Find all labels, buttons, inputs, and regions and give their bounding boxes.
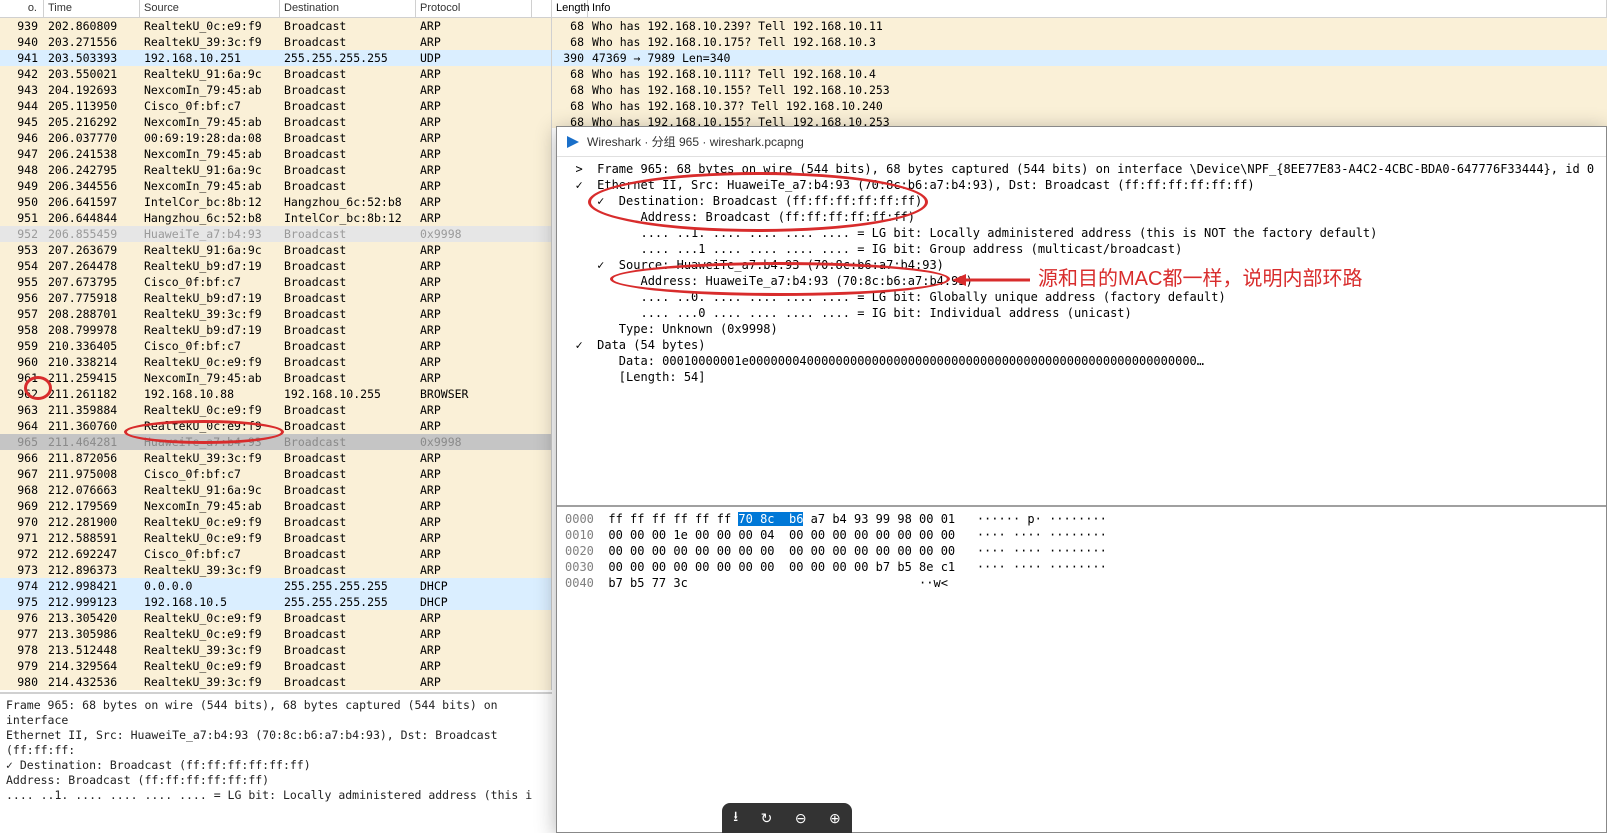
tree-line[interactable]: .... ...0 .... .... .... .... = IG bit: … bbox=[557, 305, 1606, 321]
packet-row[interactable]: 950206.641597IntelCor_bc:8b:12Hangzhou_6… bbox=[0, 194, 551, 210]
detail-line: Address: Broadcast (ff:ff:ff:ff:ff:ff) bbox=[6, 773, 546, 788]
packet-row[interactable]: 940203.271556RealtekU_39:3c:f9BroadcastA… bbox=[0, 34, 551, 50]
tree-line[interactable]: Data: 00010000001e0000000400000000000000… bbox=[557, 353, 1606, 369]
packet-row[interactable]: 978213.512448RealtekU_39:3c:f9BroadcastA… bbox=[0, 642, 551, 658]
info-header: Length Info bbox=[552, 0, 1607, 18]
packet-row[interactable]: 951206.644844Hangzhou_6c:52:b8IntelCor_b… bbox=[0, 210, 551, 226]
packet-row[interactable]: 944205.113950Cisco_0f:bf:c7BroadcastARP bbox=[0, 98, 551, 114]
packet-row[interactable]: 970212.281900RealtekU_0c:e9:f9BroadcastA… bbox=[0, 514, 551, 530]
col-info[interactable]: Info bbox=[588, 0, 1607, 17]
rotate-icon[interactable]: ↻ bbox=[761, 810, 773, 827]
tree-line[interactable]: ✓ Data (54 bytes) bbox=[557, 337, 1606, 353]
col-src[interactable]: Source bbox=[140, 0, 280, 17]
packet-row[interactable]: 945205.216292NexcomIn_79:45:abBroadcastA… bbox=[0, 114, 551, 130]
info-row[interactable]: 39047369 → 7989 Len=340 bbox=[552, 50, 1607, 66]
packet-row[interactable]: 964211.360760RealtekU_0c:e9:f9BroadcastA… bbox=[0, 418, 551, 434]
tree-line[interactable]: > Frame 965: 68 bytes on wire (544 bits)… bbox=[557, 161, 1606, 177]
packet-row[interactable]: 971212.588591RealtekU_0c:e9:f9BroadcastA… bbox=[0, 530, 551, 546]
packet-row[interactable]: 967211.975008Cisco_0f:bf:c7BroadcastARP bbox=[0, 466, 551, 482]
info-row[interactable]: 68Who has 192.168.10.239? Tell 192.168.1… bbox=[552, 18, 1607, 34]
packet-row[interactable]: 948206.242795RealtekU_91:6a:9cBroadcastA… bbox=[0, 162, 551, 178]
packet-row[interactable]: 963211.359884RealtekU_0c:e9:f9BroadcastA… bbox=[0, 402, 551, 418]
hex-row[interactable]: 0010 00 00 00 1e 00 00 00 04 00 00 00 00… bbox=[565, 527, 1598, 543]
hex-row[interactable]: 0040 b7 b5 77 3c ··w< bbox=[565, 575, 1598, 591]
hex-pane[interactable]: 0000 ff ff ff ff ff ff 70 8c b6 a7 b4 93… bbox=[557, 507, 1606, 595]
packet-row[interactable]: 955207.673795Cisco_0f:bf:c7BroadcastARP bbox=[0, 274, 551, 290]
info-row[interactable]: 68Who has 192.168.10.155? Tell 192.168.1… bbox=[552, 82, 1607, 98]
bottom-toolbar[interactable]: ⭳ ↻ ⊖ ⊕ bbox=[722, 803, 852, 833]
detail-line[interactable]: ✓ Destination: Broadcast (ff:ff:ff:ff:ff… bbox=[6, 758, 546, 773]
packet-row[interactable]: 972212.692247Cisco_0f:bf:c7BroadcastARP bbox=[0, 546, 551, 562]
dialog-title-text: Wireshark · 分组 965 · wireshark.pcapng bbox=[587, 133, 804, 150]
packet-row[interactable]: 952206.855459HuaweiTe_a7:b4:93Broadcast0… bbox=[0, 226, 551, 242]
hex-row[interactable]: 0020 00 00 00 00 00 00 00 00 00 00 00 00… bbox=[565, 543, 1598, 559]
tree-line[interactable]: ✓ Ethernet II, Src: HuaweiTe_a7:b4:93 (7… bbox=[557, 177, 1606, 193]
detail-line: .... ..1. .... .... .... .... = LG bit: … bbox=[6, 788, 546, 803]
packet-row[interactable]: 969212.179569NexcomIn_79:45:abBroadcastA… bbox=[0, 498, 551, 514]
packet-row[interactable]: 958208.799978RealtekU_b9:d7:19BroadcastA… bbox=[0, 322, 551, 338]
tree-line[interactable]: Address: HuaweiTe_a7:b4:93 (70:8c:b6:a7:… bbox=[557, 273, 1606, 289]
packet-row[interactable]: 973212.896373RealtekU_39:3c:f9BroadcastA… bbox=[0, 562, 551, 578]
packet-row[interactable]: 968212.076663RealtekU_91:6a:9cBroadcastA… bbox=[0, 482, 551, 498]
tree-line[interactable]: .... ..1. .... .... .... .... = LG bit: … bbox=[557, 225, 1606, 241]
packet-row[interactable]: 949206.344556NexcomIn_79:45:abBroadcastA… bbox=[0, 178, 551, 194]
packet-row[interactable]: 941203.503393192.168.10.251255.255.255.2… bbox=[0, 50, 551, 66]
col-proto[interactable]: Protocol bbox=[416, 0, 532, 17]
packet-row[interactable]: 942203.550021RealtekU_91:6a:9cBroadcastA… bbox=[0, 66, 551, 82]
packet-row[interactable]: 977213.305986RealtekU_0c:e9:f9BroadcastA… bbox=[0, 626, 551, 642]
dialog-titlebar[interactable]: Wireshark · 分组 965 · wireshark.pcapng bbox=[557, 127, 1606, 157]
tree-line[interactable]: .... ...1 .... .... .... .... = IG bit: … bbox=[557, 241, 1606, 257]
packet-row[interactable]: 960210.338214RealtekU_0c:e9:f9BroadcastA… bbox=[0, 354, 551, 370]
packet-row[interactable]: 962211.261182192.168.10.88192.168.10.255… bbox=[0, 386, 551, 402]
packet-row[interactable]: 975212.999123192.168.10.5255.255.255.255… bbox=[0, 594, 551, 610]
packet-row[interactable]: 961211.259415NexcomIn_79:45:abBroadcastA… bbox=[0, 370, 551, 386]
info-row[interactable]: 68Who has 192.168.10.111? Tell 192.168.1… bbox=[552, 66, 1607, 82]
packet-row[interactable]: 976213.305420RealtekU_0c:e9:f9BroadcastA… bbox=[0, 610, 551, 626]
col-time[interactable]: Time bbox=[44, 0, 140, 17]
packet-row[interactable]: 956207.775918RealtekU_b9:d7:19BroadcastA… bbox=[0, 290, 551, 306]
tree-line[interactable]: ✓ Destination: Broadcast (ff:ff:ff:ff:ff… bbox=[557, 193, 1606, 209]
packet-row[interactable]: 965211.464281HuaweiTe_a7:b4:93Broadcast0… bbox=[0, 434, 551, 450]
packet-dialog[interactable]: Wireshark · 分组 965 · wireshark.pcapng > … bbox=[556, 126, 1607, 833]
packet-row[interactable]: 974212.9984210.0.0.0255.255.255.255DHCP bbox=[0, 578, 551, 594]
tree-line[interactable]: Address: Broadcast (ff:ff:ff:ff:ff:ff) bbox=[557, 209, 1606, 225]
packet-detail-pane[interactable]: Frame 965: 68 bytes on wire (544 bits), … bbox=[0, 692, 552, 812]
packet-row[interactable]: 957208.288701RealtekU_39:3c:f9BroadcastA… bbox=[0, 306, 551, 322]
packet-row[interactable]: 954207.264478RealtekU_b9:d7:19BroadcastA… bbox=[0, 258, 551, 274]
tree-line[interactable]: Type: Unknown (0x9998) bbox=[557, 321, 1606, 337]
info-row[interactable]: 68Who has 192.168.10.175? Tell 192.168.1… bbox=[552, 34, 1607, 50]
packet-row[interactable]: 980214.432536RealtekU_39:3c:f9BroadcastA… bbox=[0, 674, 551, 690]
tree-line[interactable]: [Length: 54] bbox=[557, 369, 1606, 385]
detail-line: Frame 965: 68 bytes on wire (544 bits), … bbox=[6, 698, 546, 728]
zoom-in-icon[interactable]: ⊕ bbox=[829, 810, 841, 827]
col-no[interactable]: o. bbox=[0, 0, 44, 17]
packet-list-header: o. Time Source Destination Protocol bbox=[0, 0, 551, 18]
packet-row[interactable]: 959210.336405Cisco_0f:bf:c7BroadcastARP bbox=[0, 338, 551, 354]
zoom-out-icon[interactable]: ⊖ bbox=[795, 810, 807, 827]
packet-row[interactable]: 946206.03777000:69:19:28:da:08BroadcastA… bbox=[0, 130, 551, 146]
packet-row[interactable]: 953207.263679RealtekU_91:6a:9cBroadcastA… bbox=[0, 242, 551, 258]
packet-list-pane[interactable]: o. Time Source Destination Protocol 9392… bbox=[0, 0, 552, 690]
packet-row[interactable]: 947206.241538NexcomIn_79:45:abBroadcastA… bbox=[0, 146, 551, 162]
packet-row[interactable]: 943204.192693NexcomIn_79:45:abBroadcastA… bbox=[0, 82, 551, 98]
packet-row[interactable]: 979214.329564RealtekU_0c:e9:f9BroadcastA… bbox=[0, 658, 551, 674]
protocol-tree[interactable]: > Frame 965: 68 bytes on wire (544 bits)… bbox=[557, 157, 1606, 507]
col-dst[interactable]: Destination bbox=[280, 0, 416, 17]
tree-line[interactable]: .... ..0. .... .... .... .... = LG bit: … bbox=[557, 289, 1606, 305]
info-panel: Length Info 68Who has 192.168.10.239? Te… bbox=[552, 0, 1607, 128]
hex-row[interactable]: 0030 00 00 00 00 00 00 00 00 00 00 00 00… bbox=[565, 559, 1598, 575]
download-icon[interactable]: ⭳ bbox=[733, 806, 738, 830]
wireshark-icon bbox=[565, 134, 581, 150]
tree-line[interactable]: ✓ Source: HuaweiTe_a7:b4:93 (70:8c:b6:a7… bbox=[557, 257, 1606, 273]
packet-row[interactable]: 939202.860809RealtekU_0c:e9:f9BroadcastA… bbox=[0, 18, 551, 34]
info-row[interactable]: 68Who has 192.168.10.37? Tell 192.168.10… bbox=[552, 98, 1607, 114]
packet-row[interactable]: 966211.872056RealtekU_39:3c:f9BroadcastA… bbox=[0, 450, 551, 466]
hex-row[interactable]: 0000 ff ff ff ff ff ff 70 8c b6 a7 b4 93… bbox=[565, 511, 1598, 527]
detail-line: Ethernet II, Src: HuaweiTe_a7:b4:93 (70:… bbox=[6, 728, 546, 758]
col-len[interactable]: Length bbox=[552, 0, 588, 17]
